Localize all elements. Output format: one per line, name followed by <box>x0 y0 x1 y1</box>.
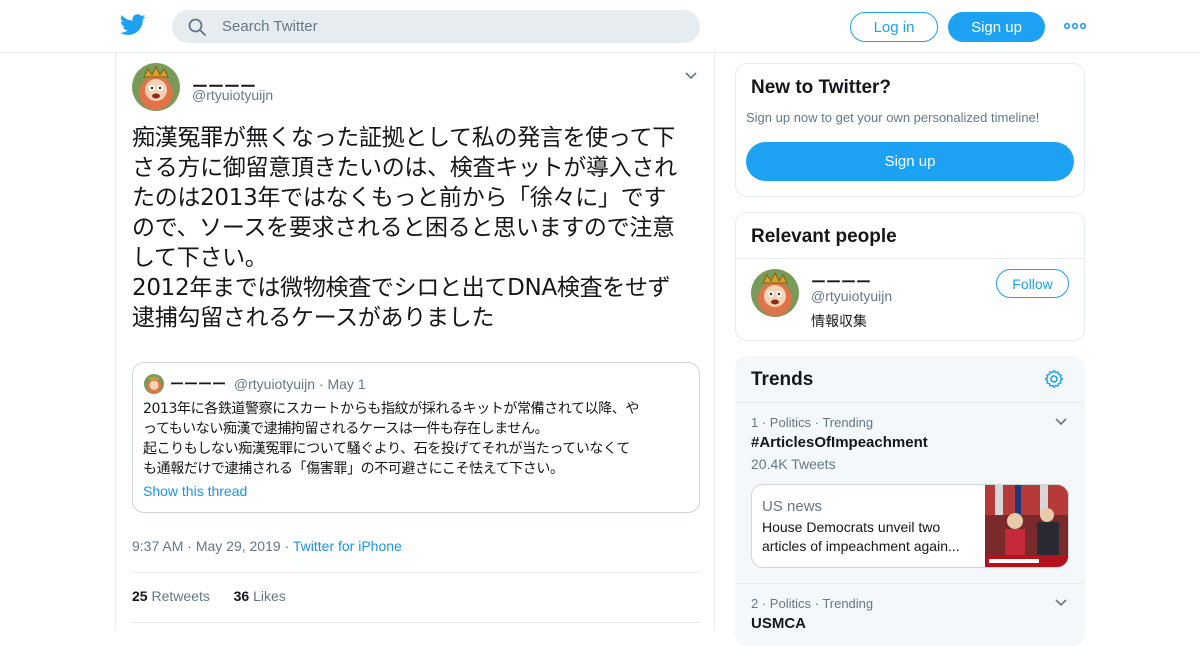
quoted-tweet[interactable]: ーーーー @rtyuiotyuijn · May 1 2013年に各鉄道警察にス… <box>132 362 700 513</box>
avatar-image <box>132 63 180 111</box>
tweet-source-link[interactable]: Twitter for iPhone <box>293 538 402 554</box>
login-button[interactable]: Log in <box>850 12 938 42</box>
quoted-header: ーーーー @rtyuiotyuijn · May 1 <box>170 374 366 394</box>
card-title: Trends <box>751 369 814 390</box>
quoted-text: 2013年に各鉄道警察にスカートからも指紋が採れるキットが常備されて以降、や っ… <box>143 401 640 477</box>
trend-rank: 2 <box>751 596 759 611</box>
trend-meta: 1 · Politics · Trending <box>751 415 874 430</box>
quoted-author-name: ーーーー <box>170 376 226 392</box>
search-icon <box>188 18 206 36</box>
author-handle[interactable]: @rtyuiotyuijn <box>192 87 273 103</box>
trend-status: Trending <box>822 415 874 430</box>
card-title: Relevant people <box>751 226 897 247</box>
top-navigation-bar: Log in Sign up <box>0 0 1200 53</box>
gear-icon[interactable] <box>1044 369 1064 389</box>
relevant-people-card: Relevant people ーーーー @rtyuiotyuijn 情報収集 … <box>735 212 1085 341</box>
retweets-stat[interactable]: 25 Retweets <box>132 588 210 604</box>
retweets-label: Retweets <box>151 588 210 604</box>
chevron-down-icon[interactable] <box>1054 596 1068 610</box>
more-dots-icon[interactable] <box>1063 18 1087 34</box>
dot-separator: · <box>187 538 196 554</box>
divider <box>132 622 700 623</box>
chevron-down-icon[interactable] <box>1054 415 1068 429</box>
quoted-avatar <box>144 374 164 394</box>
signup-button[interactable]: Sign up <box>948 12 1045 42</box>
person-handle[interactable]: @rtyuiotyuijn <box>811 288 892 304</box>
person-bio: 情報収集 <box>811 314 867 330</box>
follow-button[interactable]: Follow <box>996 269 1069 298</box>
trend-count: 20.4K Tweets <box>751 456 836 472</box>
avatar-image <box>751 269 799 317</box>
likes-count: 36 <box>233 588 250 604</box>
tweet-text: 痴漢冤罪が無くなった証拠として私の発言を使って下 さる方に御留意頂きたいのは、検… <box>132 125 677 331</box>
tweet-date: May 29, 2019 <box>195 538 281 554</box>
divider <box>736 402 1084 403</box>
trend-category: Politics <box>769 596 811 611</box>
trend-meta: 2 · Politics · Trending <box>751 596 874 611</box>
show-thread-link[interactable]: Show this thread <box>143 483 247 499</box>
tweet-time: 9:37 AM <box>132 538 184 554</box>
avatar[interactable] <box>132 63 180 111</box>
divider <box>736 258 1084 259</box>
divider <box>132 572 700 573</box>
trends-card: Trends 1 · Politics · Trending #Articles… <box>735 356 1085 646</box>
search-input[interactable] <box>222 10 682 43</box>
avatar[interactable] <box>751 269 799 317</box>
signup-card-button[interactable]: Sign up <box>746 142 1074 181</box>
dot-separator: · <box>284 538 293 554</box>
news-card[interactable]: US news House Democrats unveil two artic… <box>751 484 1069 568</box>
quoted-date: May 1 <box>327 376 366 392</box>
retweets-count: 25 <box>132 588 148 604</box>
trend-name[interactable]: USMCA <box>751 615 806 632</box>
quoted-author-handle: @rtyuiotyuijn <box>233 376 316 392</box>
news-headline: House Democrats unveil two articles of i… <box>762 519 960 554</box>
tweet-stats: 25 Retweets 36 Likes <box>132 588 286 604</box>
trend-category: Politics <box>769 415 811 430</box>
card-subtitle: Sign up now to get your own personalized… <box>746 110 1040 125</box>
trend-name[interactable]: #ArticlesOfImpeachment <box>751 434 928 451</box>
trend-rank: 1 <box>751 415 759 430</box>
search-bar[interactable] <box>172 10 700 43</box>
divider <box>736 583 1084 584</box>
new-to-twitter-card: New to Twitter? Sign up now to get your … <box>735 63 1085 197</box>
chevron-down-icon[interactable] <box>684 69 698 83</box>
likes-stat[interactable]: 36 Likes <box>234 588 286 604</box>
trend-status: Trending <box>822 596 874 611</box>
tweet-detail: ーーーー @rtyuiotyuijn 痴漢冤罪が無くなった証拠として私の発言を使… <box>115 53 715 630</box>
news-category: US news <box>762 498 823 515</box>
likes-label: Likes <box>253 588 286 604</box>
twitter-bird-icon[interactable] <box>120 14 146 36</box>
news-thumbnail <box>985 485 1068 567</box>
tweet-metadata: 9:37 AM · May 29, 2019 · Twitter for iPh… <box>132 538 402 554</box>
card-title: New to Twitter? <box>751 77 892 98</box>
